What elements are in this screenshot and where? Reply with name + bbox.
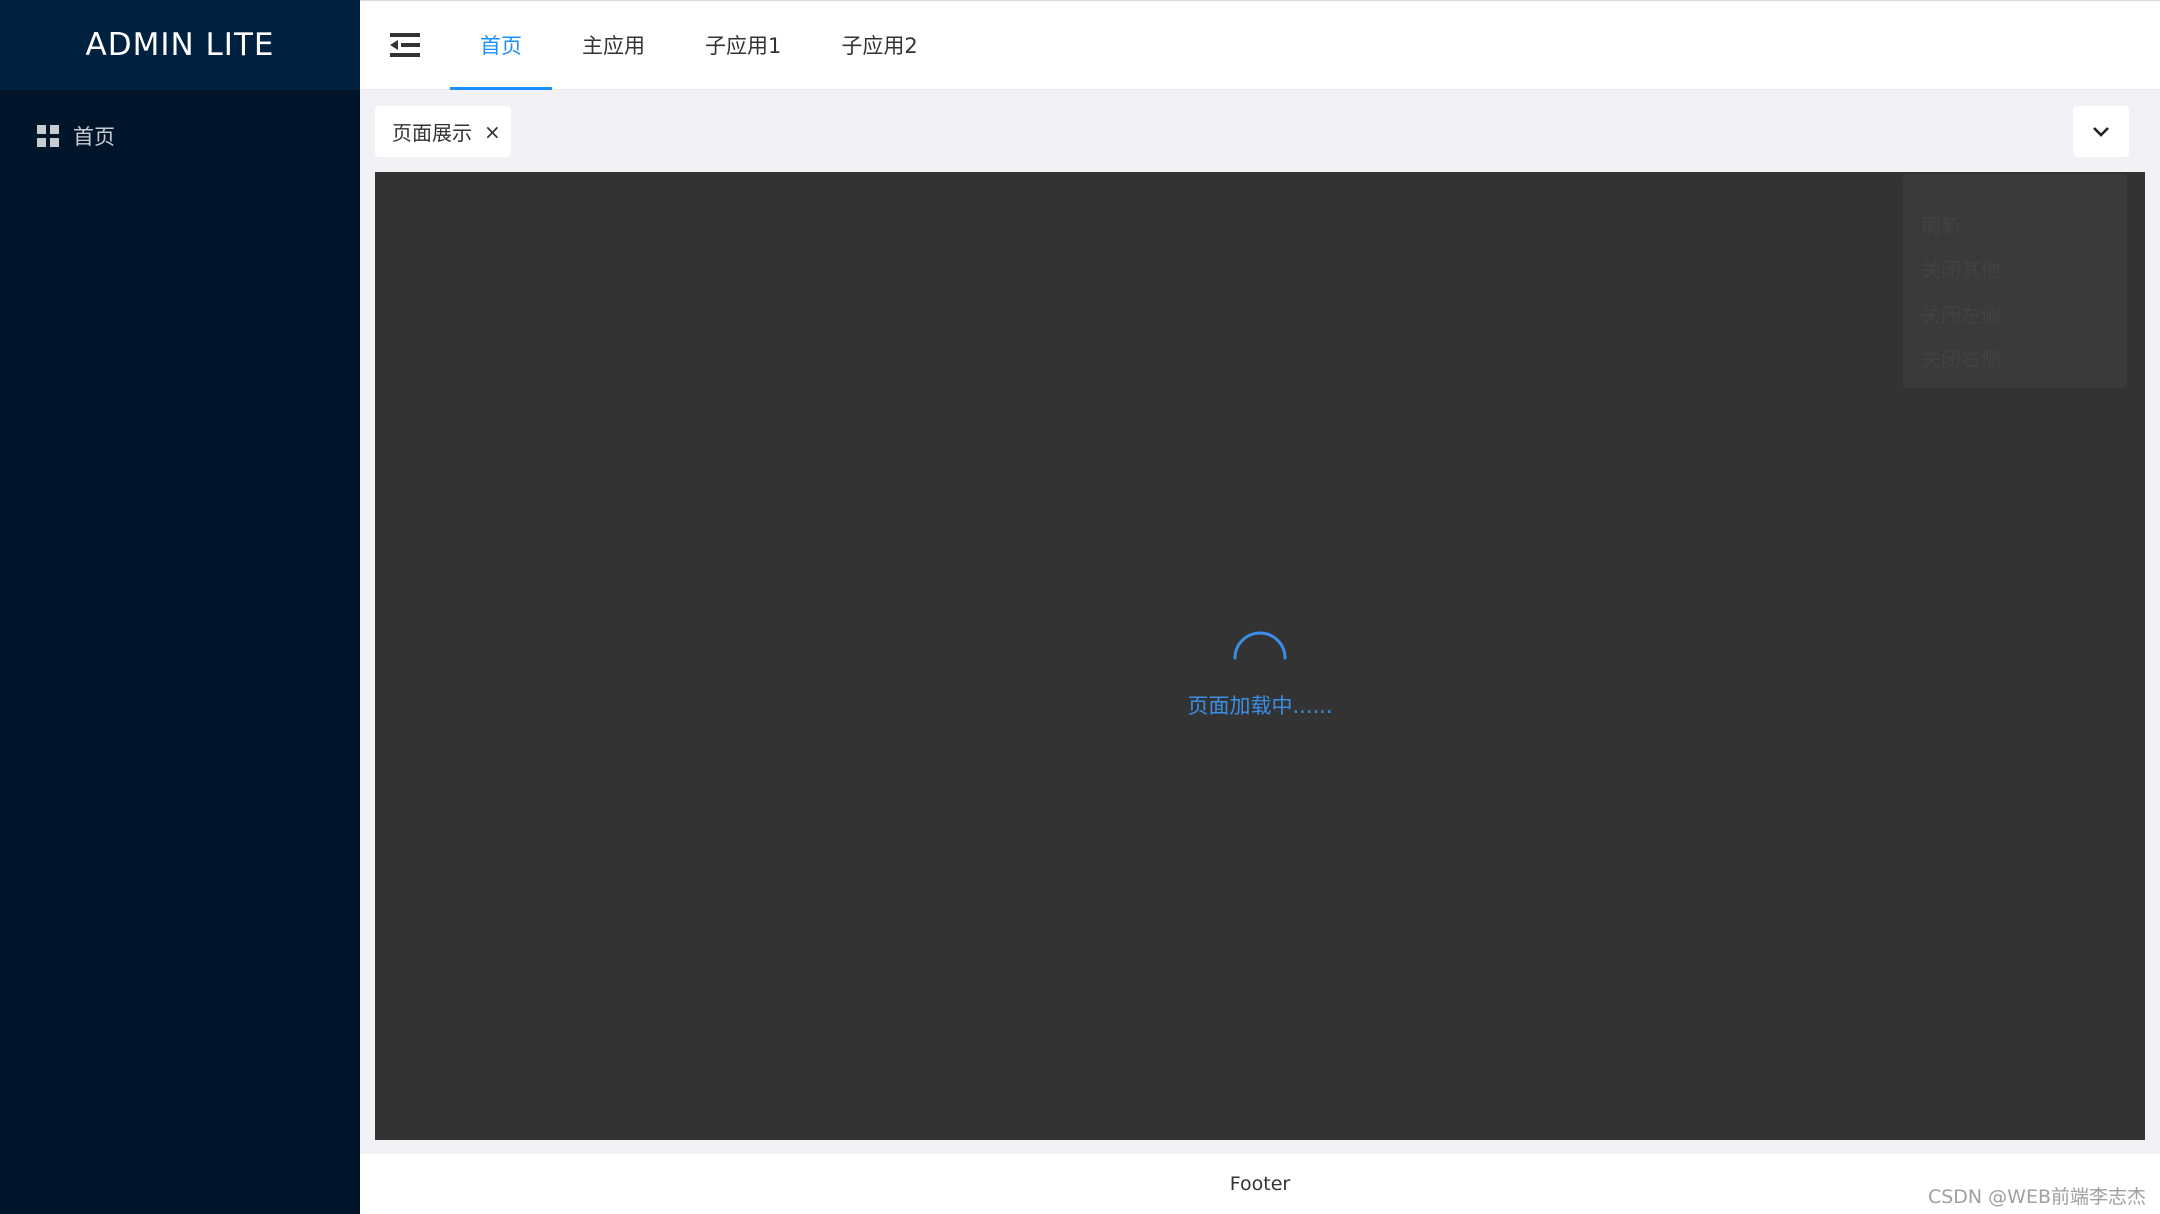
menu-item-refresh[interactable]: 刷新: [1903, 202, 2127, 247]
tags-dropdown-button[interactable]: [2073, 106, 2129, 157]
tags-dropdown-menu: 刷新 关闭其他 关闭左侧 关闭右侧: [1903, 174, 2127, 388]
top-nav: 首页 主应用 子应用1 子应用2: [450, 1, 948, 90]
menu-item-close-others[interactable]: 关闭其他: [1903, 247, 2127, 292]
loading-indicator: 页面加载中......: [375, 624, 2145, 720]
menu-fold-icon: [390, 33, 420, 57]
sidebar-item-label: 首页: [73, 125, 115, 149]
app-logo[interactable]: ADMIN LITE: [0, 0, 360, 90]
tab-sub-app-2[interactable]: 子应用2: [811, 1, 947, 90]
footer: Footer: [360, 1154, 2160, 1214]
tab-home[interactable]: 首页: [450, 1, 552, 90]
close-icon[interactable]: ×: [484, 120, 501, 144]
collapse-sidebar-button[interactable]: [360, 1, 450, 90]
page-tag-label: 页面展示: [392, 121, 472, 145]
grid-icon: [37, 125, 59, 147]
tags-bar: 页面展示 ×: [375, 106, 2130, 158]
watermark: CSDN @WEB前端李志杰: [1927, 1186, 2146, 1208]
loading-spinner-icon: [1233, 631, 1287, 660]
top-header: 首页 主应用 子应用1 子应用2: [360, 0, 2160, 90]
loading-text: 页面加载中......: [1187, 694, 1333, 718]
tab-main-app[interactable]: 主应用: [552, 1, 675, 90]
sidebar: ADMIN LITE 首页: [0, 0, 360, 1214]
main-content: 刷新 关闭其他 关闭左侧 关闭右侧 页面加载中......: [375, 172, 2145, 1140]
sidebar-menu: 首页: [0, 90, 360, 164]
chevron-down-icon: [2093, 126, 2109, 137]
menu-item-close-right[interactable]: 关闭右侧: [1903, 336, 2127, 381]
menu-item-close-left[interactable]: 关闭左侧: [1903, 291, 2127, 336]
tab-sub-app-1[interactable]: 子应用1: [675, 1, 811, 90]
page-tag[interactable]: 页面展示 ×: [375, 106, 511, 157]
sidebar-item-home[interactable]: 首页: [0, 108, 360, 164]
